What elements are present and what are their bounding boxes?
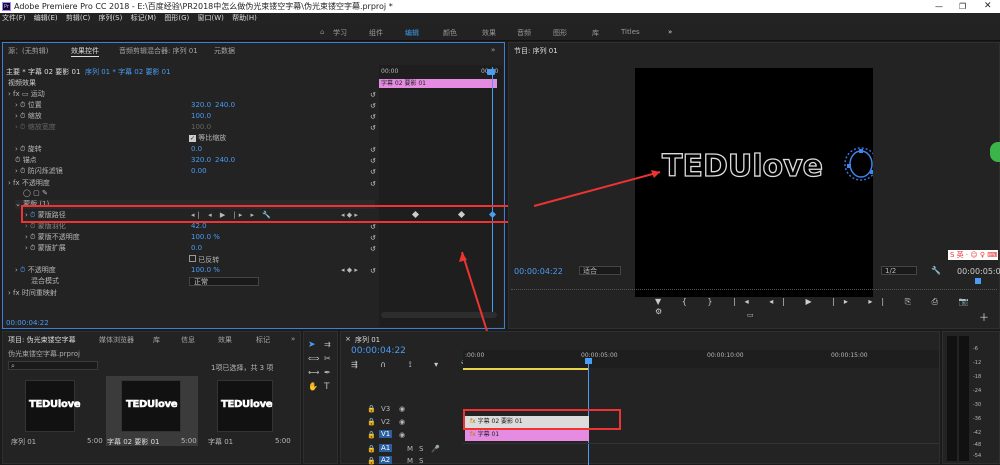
- annotation-clip-box: [463, 409, 621, 430]
- ruler-label-15: 00:00:15:00: [831, 352, 868, 359]
- track-v3-eye-icon[interactable]: ◉: [399, 405, 405, 413]
- track-a1-solo[interactable]: S: [419, 445, 423, 453]
- meter-left: [947, 336, 957, 461]
- timeline-playhead-handle[interactable]: [585, 358, 592, 364]
- annotation-arrow-upper: [533, 171, 661, 207]
- slip-tool-icon[interactable]: ⟷: [308, 368, 319, 377]
- meter-right: [959, 336, 969, 461]
- meter-label-18: -18: [973, 374, 982, 380]
- pen-tool-icon[interactable]: ✒: [324, 368, 331, 377]
- track-a1[interactable]: 🔒 A1 M S 🎤: [361, 444, 461, 455]
- meter-label-6: -6: [973, 346, 978, 352]
- track-v2-label: V2: [381, 418, 391, 426]
- project-more-icon[interactable]: »: [291, 335, 295, 343]
- track-a1-mic-icon[interactable]: 🎤: [431, 445, 440, 453]
- fx-badge-icon-v1: fx: [470, 431, 476, 438]
- close-sequence-icon[interactable]: ×: [345, 335, 351, 343]
- thumb-text-3: TEDUlove: [221, 399, 273, 411]
- ruler-label-0: :00:00: [465, 352, 485, 359]
- track-a1-lock-icon[interactable]: 🔒: [367, 445, 376, 453]
- timeline-sequence-tab[interactable]: 序列 01: [355, 335, 380, 345]
- project-search-input[interactable]: ⌕: [8, 361, 98, 370]
- clip-v1-title1[interactable]: fx 字幕 01: [465, 429, 589, 441]
- search-icon: ⌕: [11, 362, 15, 370]
- ripple-edit-tool-icon[interactable]: ⟺: [308, 354, 319, 363]
- project-item-name-3: 字幕 01: [208, 438, 234, 446]
- type-tool-icon[interactable]: T: [324, 382, 330, 392]
- clip-v1-label: 字幕 01: [477, 431, 500, 438]
- project-item-sequence[interactable]: TEDUlove: [25, 380, 81, 432]
- tab-libraries[interactable]: 库: [153, 335, 160, 345]
- project-item-duration-2: 5:00: [181, 437, 197, 445]
- tab-markers[interactable]: 标记: [256, 335, 270, 345]
- track-v2[interactable]: 🔒 V2 ◉: [361, 417, 461, 428]
- project-item-title1[interactable]: TEDUlove: [217, 380, 273, 432]
- track-v2-lock-icon[interactable]: 🔒: [367, 418, 376, 426]
- work-area-bar[interactable]: [463, 368, 589, 370]
- tools-panel: ➤ ⇉ ⟺ ✂ ⟷ ✒ ✋ T: [303, 331, 338, 464]
- audio-meters-panel: -6 -12 -18 -24 -30 -36 -42 -48 -54: [942, 331, 1000, 464]
- track-a2-label: A2: [379, 456, 393, 464]
- hand-tool-icon[interactable]: ✋: [308, 382, 318, 391]
- timeline-timecode[interactable]: 00:00:04:22: [351, 346, 406, 356]
- track-v1[interactable]: 🔒 V1 ◉: [361, 430, 461, 441]
- track-select-tool-icon[interactable]: ⇉: [324, 340, 331, 349]
- track-v1-label: V1: [379, 430, 393, 438]
- project-panel: 项目: 伪光束镂空字幕 媒体浏览器 库 信息 效果 标记 » 伪光束镂空字幕.p…: [2, 331, 301, 464]
- razor-tool-icon[interactable]: ✂: [324, 354, 331, 363]
- project-item-title2[interactable]: TEDUlove: [121, 380, 181, 432]
- track-v3[interactable]: 🔒 V3 ◉: [361, 404, 461, 415]
- ruler-label-10: 00:00:10:00: [707, 352, 744, 359]
- project-item-name-2: 字幕 02 要影 01: [107, 438, 160, 446]
- meter-label-54: -54: [973, 453, 982, 459]
- tab-media-browser[interactable]: 媒体浏览器: [99, 335, 134, 345]
- track-v1-eye-icon[interactable]: ◉: [399, 431, 405, 439]
- track-v3-lock-icon[interactable]: 🔒: [367, 405, 376, 413]
- project-selection-status: 1项已选择，共 3 项: [211, 364, 274, 372]
- track-a1-mute[interactable]: M: [407, 445, 413, 453]
- selection-tool-icon[interactable]: ➤: [308, 340, 316, 350]
- meter-label-30: -30: [973, 402, 982, 408]
- project-file-name: 伪光束镂空字幕.prproj: [8, 350, 80, 358]
- av-divider: [463, 443, 939, 444]
- thumb-text-2: TEDUlove: [126, 399, 178, 411]
- track-v3-label: V3: [381, 405, 391, 413]
- track-v2-eye-icon[interactable]: ◉: [399, 418, 405, 426]
- meter-label-24: -24: [973, 388, 982, 394]
- tab-effects[interactable]: 效果: [218, 335, 232, 345]
- meter-label-12: -12: [973, 360, 982, 366]
- tab-info[interactable]: 信息: [181, 335, 195, 345]
- track-v1-lock-icon[interactable]: 🔒: [367, 431, 376, 439]
- timeline-toolbar[interactable]: ⇶ ∩ ⟟ ▾ 🔧: [351, 360, 481, 370]
- tab-project[interactable]: 项目: 伪光束镂空字幕: [8, 335, 76, 345]
- project-item-name-1: 序列 01: [11, 438, 37, 446]
- meter-label-36: -36: [973, 416, 982, 422]
- project-item-duration-1: 5:00: [87, 437, 103, 445]
- project-item-duration-3: 5:00: [275, 437, 291, 445]
- timeline-panel: × 序列 01 00:00:04:22 ⇶ ∩ ⟟ ▾ 🔧 :00:00 00:…: [340, 331, 940, 465]
- thumb-text-1: TEDUlove: [29, 399, 81, 411]
- timeline-ruler[interactable]: :00:00 00:00:05:00 00:00:10:00 00:00:15:…: [463, 350, 939, 368]
- meter-label-42: -42: [973, 430, 982, 436]
- meter-label-48: -48: [973, 442, 982, 448]
- track-a1-label: A1: [379, 444, 393, 452]
